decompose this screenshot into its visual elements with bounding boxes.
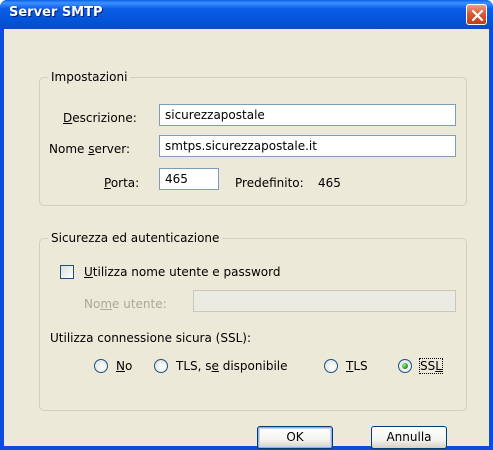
server-name-label: Nome server: [49, 142, 131, 156]
username-input[interactable] [193, 290, 456, 312]
server-name-input[interactable]: smtps.sicurezzapostale.it [159, 135, 456, 157]
radio-tls-if-available-label[interactable]: TLS, se disponibile [176, 359, 288, 373]
username-label: Nome utente: [84, 297, 167, 311]
dialog-body: Impostazioni Descrizione: sicurezzaposta… [4, 29, 489, 449]
close-icon [471, 9, 484, 22]
radio-ssl[interactable] [398, 359, 412, 373]
security-group-legend: Sicurezza ed autenticazione [48, 231, 223, 245]
dialog-window: Server SMTP Impostazioni Descrizione: si… [0, 0, 493, 450]
port-default-value: 465 [318, 176, 341, 190]
close-button[interactable] [466, 4, 487, 25]
radio-no-label[interactable]: No [116, 359, 132, 373]
description-value: sicurezzapostale [165, 108, 265, 122]
use-auth-label[interactable]: Utilizza nome utente e password [84, 265, 280, 279]
cancel-button[interactable]: Annulla [371, 426, 447, 449]
port-label: Porta: [104, 176, 140, 190]
radio-ssl-label[interactable]: SSL [419, 358, 443, 374]
server-name-value: smtps.sicurezzapostale.it [165, 139, 317, 153]
ok-button-label: OK [286, 430, 304, 444]
use-auth-checkbox[interactable] [60, 265, 74, 279]
radio-tls-label[interactable]: TLS [346, 359, 368, 373]
ok-button[interactable]: OK [257, 426, 333, 449]
radio-tls[interactable] [324, 359, 338, 373]
settings-group-legend: Impostazioni [48, 70, 131, 84]
description-input[interactable]: sicurezzapostale [159, 104, 456, 126]
radio-no[interactable] [94, 359, 108, 373]
title-bar[interactable]: Server SMTP [0, 0, 493, 29]
port-input[interactable]: 465 [159, 168, 219, 190]
port-default-label: Predefinito: [235, 176, 304, 190]
description-label: Descrizione: [63, 111, 137, 125]
cancel-button-label: Annulla [386, 430, 432, 444]
security-group: Sicurezza ed autenticazione [39, 231, 467, 411]
window-title: Server SMTP [9, 5, 103, 20]
port-value: 465 [165, 172, 188, 186]
ssl-label: Utilizza connessione sicura (SSL): [50, 331, 251, 345]
radio-tls-if-available[interactable] [154, 359, 168, 373]
